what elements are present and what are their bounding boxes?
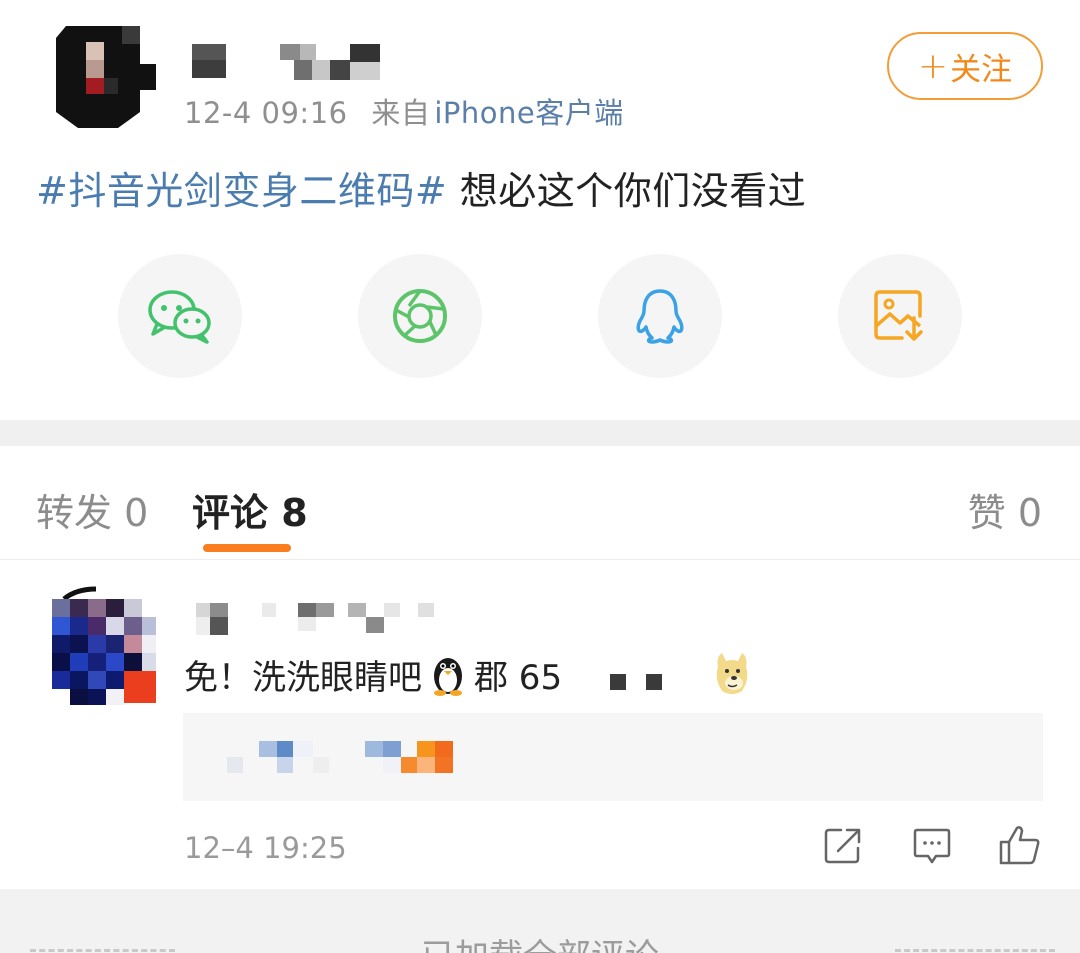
save-image-icon [874,290,923,341]
tab-likes[interactable]: 赞 0 [968,482,1042,537]
share-row [0,254,1080,378]
comment-tabs: 转发 0 评论 8 赞 0 [0,446,1080,560]
tab-comments[interactable]: 评论 8 [192,482,308,537]
author-avatar[interactable] [48,24,158,128]
comments-footer: 已加载全部评论 [0,889,1080,953]
doge-emoji-icon [712,649,752,699]
follow-button[interactable]: + 关注 [887,32,1043,100]
post-card: 12-4 09:16 来自 iPhone客户端 + 关注 #抖音光剑变身二维码# … [0,0,1080,420]
comment-item: 免！洗洗眼睛吧 郡 65 12–4 19:25 [0,561,1080,889]
plus-icon: + [917,45,949,87]
repost-comment-button[interactable] [823,826,867,870]
section-divider [0,420,1080,446]
commenter-avatar[interactable] [50,585,158,705]
post-body: #抖音光剑变身二维码# 想必这个你们没看过 [36,160,806,215]
reply-comment-button[interactable] [912,826,956,870]
share-qq-button[interactable] [598,254,722,378]
post-meta: 12-4 09:16 来自 iPhone客户端 [184,90,624,132]
share-moments-button[interactable] [358,254,482,378]
active-tab-indicator [203,544,291,552]
share-save-image-button[interactable] [838,254,962,378]
like-comment-button[interactable] [998,824,1042,868]
author-name[interactable] [190,44,390,80]
reply-preview[interactable] [183,713,1043,801]
follow-label: 关注 [950,51,1013,88]
tab-repost[interactable]: 转发 0 [36,482,148,537]
moments-icon [393,289,447,343]
comment-text: 免！洗洗眼睛吧 郡 65 [184,649,752,699]
comment-time: 12–4 19:25 [184,831,347,865]
penguin-emoji-icon [426,652,470,696]
source-prefix: 来自 [371,96,431,130]
topic-link[interactable]: #抖音光剑变身二维码# [36,169,447,213]
qq-icon [636,289,684,344]
share-out-icon [824,828,861,864]
comment-text-mid: 郡 65 [474,657,563,698]
share-wechat-button[interactable] [118,254,242,378]
commenter-name[interactable] [190,601,450,637]
wechat-icon [148,290,211,344]
post-text: 想必这个你们没看过 [447,169,807,213]
comment-icon [913,828,951,864]
post-source[interactable]: iPhone客户端 [434,96,623,130]
comment-text-prefix: 免！洗洗眼睛吧 [184,657,422,698]
footer-divider-right [895,949,1055,952]
thumbs-up-icon [999,826,1040,865]
redacted-block [562,654,712,694]
post-time: 12-4 09:16 [184,96,348,130]
